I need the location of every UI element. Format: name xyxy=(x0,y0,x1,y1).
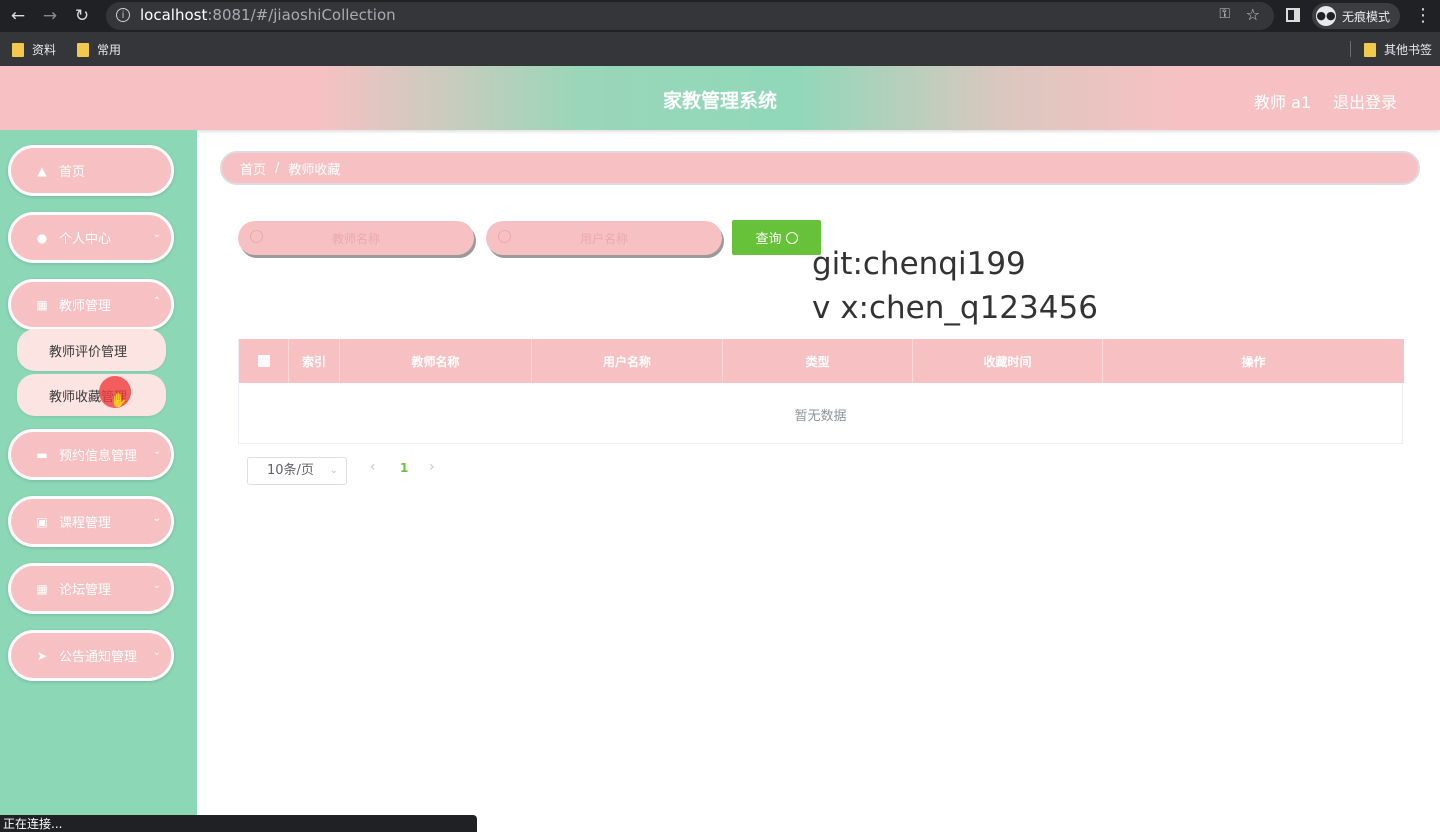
incognito-label: 无痕模式 xyxy=(1342,9,1391,24)
page-size-value: 10条/页 xyxy=(267,463,314,478)
chevron-down-icon: ⌄ xyxy=(152,647,161,658)
current-page-number[interactable]: 1 xyxy=(400,461,408,475)
sidebar-subitem-teacher-evaluation[interactable]: 教师评价管理 xyxy=(17,329,166,371)
breadcrumb-separator: / xyxy=(275,160,280,176)
key-icon[interactable]: ⚿ xyxy=(1219,6,1230,22)
collection-table: 索引 教师名称 用户名称 类型 收藏时间 操作 暂无数据 xyxy=(238,339,1404,444)
sidebar-item-notice-management[interactable]: ➤ 公告通知管理 ⌄ xyxy=(8,630,174,681)
page-size-select[interactable]: 10条/页 ⌄ xyxy=(247,457,347,485)
sidebar-item-personal-center[interactable]: ● 个人中心 ⌄ xyxy=(8,212,174,263)
chevron-down-icon: ⌄ xyxy=(152,513,161,524)
user-icon: ● xyxy=(36,230,48,245)
search-placeholder: 用户名称 xyxy=(579,232,628,246)
sidebar-subitem-teacher-collection[interactable]: 教师收藏管理 xyxy=(17,374,166,416)
sidebar-item-label: 公告通知管理 xyxy=(59,650,138,665)
bookmark-folder-changyong[interactable]: 常用 xyxy=(77,41,121,58)
breadcrumb-home[interactable]: 首页 xyxy=(240,159,266,178)
address-bar[interactable]: i localhost:8081/#/jiaoshiCollection ⚿ ☆ xyxy=(106,2,1274,30)
user-name-search-input[interactable]: 用户名称 xyxy=(486,221,722,255)
select-all-checkbox[interactable] xyxy=(239,339,289,383)
more-menu-icon[interactable]: ⋮ xyxy=(1414,4,1432,28)
query-button-label: 查询 xyxy=(755,232,782,247)
column-header: 教师名称 xyxy=(340,339,532,383)
column-header: 类型 xyxy=(723,339,913,383)
folder-icon xyxy=(1364,42,1376,57)
sidebar-item-label: 预约信息管理 xyxy=(59,449,138,464)
sidebar-item-appointment-management[interactable]: ▬ 预约信息管理 ⌄ xyxy=(8,429,174,480)
prev-page-icon[interactable]: ‹ xyxy=(370,459,376,475)
forward-icon[interactable]: → xyxy=(38,4,62,28)
empty-table-text: 暂无数据 xyxy=(794,409,847,424)
search-icon xyxy=(785,231,798,244)
chevron-down-icon: ⌄ xyxy=(152,446,161,457)
browser-toolbar: ← → ↻ i localhost:8081/#/jiaoshiCollecti… xyxy=(0,0,1440,32)
bookmarks-bar: 资料 常用 其他书签 xyxy=(0,32,1440,66)
app-title: 家教管理系统 xyxy=(662,90,777,112)
breadcrumb: 首页 / 教师收藏 xyxy=(220,151,1420,185)
incognito-icon: ●● xyxy=(1316,6,1336,26)
sidebar-item-label: 个人中心 xyxy=(59,232,112,247)
column-header: 操作 xyxy=(1241,354,1266,369)
sidebar: ▲ 首页 ● 个人中心 ⌄ ▦ 教师管理 ⌃ 教师评价管理 教师收藏管理 ▬ 预… xyxy=(0,130,197,832)
checkbox-icon xyxy=(257,355,270,367)
side-panel-icon[interactable] xyxy=(1286,8,1300,22)
bookmark-folder-other[interactable]: 其他书签 xyxy=(1364,41,1432,58)
sidebar-item-label: 教师管理 xyxy=(59,299,112,314)
teacher-name-search-input[interactable]: 教师名称 xyxy=(238,221,474,255)
sidebar-item-teacher-management[interactable]: ▦ 教师管理 ⌃ xyxy=(8,279,174,330)
current-user: 教师 a1 xyxy=(1254,93,1312,112)
chevron-down-icon: ⌄ xyxy=(152,229,161,240)
sidebar-item-course-management[interactable]: ▣ 课程管理 ⌄ xyxy=(8,496,174,547)
next-page-icon[interactable]: › xyxy=(429,459,435,475)
sidebar-item-home[interactable]: ▲ 首页 xyxy=(8,145,174,196)
watermark-line: git:chenqi199 xyxy=(812,246,1026,282)
send-icon: ➤ xyxy=(36,648,48,663)
query-button[interactable]: 查询 xyxy=(732,220,821,255)
bookmark-label: 常用 xyxy=(97,43,122,57)
home-icon: ▲ xyxy=(37,163,47,178)
briefcase-icon: ▣ xyxy=(36,514,48,529)
grid-icon: ▦ xyxy=(36,581,48,596)
browser-status-bubble: 正在连接... xyxy=(0,815,477,832)
sidebar-item-label: 论坛管理 xyxy=(59,583,112,598)
url-text[interactable]: localhost:8081/#/jiaoshiCollection xyxy=(140,6,396,24)
table-header: 索引 教师名称 用户名称 类型 收藏时间 操作 xyxy=(239,339,1404,383)
bookmark-folder-ziliao[interactable]: 资料 xyxy=(12,41,56,58)
column-header: 收藏时间 xyxy=(913,339,1103,383)
ticket-icon: ▬ xyxy=(36,447,48,462)
app-header: 家教管理系统 教师 a1 退出登录 xyxy=(0,66,1440,130)
info-icon[interactable]: i xyxy=(116,8,130,22)
search-placeholder: 教师名称 xyxy=(331,232,380,246)
chevron-down-icon: ⌄ xyxy=(329,465,338,476)
sidebar-item-label: 首页 xyxy=(59,165,86,180)
bookmark-divider xyxy=(1350,41,1351,57)
bookmark-star-icon[interactable]: ☆ xyxy=(1246,5,1260,24)
bookmark-label: 资料 xyxy=(32,43,57,57)
sidebar-item-label: 课程管理 xyxy=(59,516,112,531)
reload-icon[interactable]: ↻ xyxy=(70,4,94,28)
column-header: 用户名称 xyxy=(532,339,723,383)
chevron-down-icon: ⌄ xyxy=(152,580,161,591)
hand-cursor-icon: ✋ xyxy=(110,393,128,409)
folder-icon xyxy=(12,42,24,57)
folder-icon xyxy=(77,42,89,57)
breadcrumb-current: 教师收藏 xyxy=(288,162,341,178)
column-header: 索引 xyxy=(289,339,340,383)
incognito-badge[interactable]: ●● 无痕模式 xyxy=(1312,3,1401,29)
chevron-up-icon: ⌃ xyxy=(152,296,161,307)
watermark-line: v x:chen_q123456 xyxy=(812,290,1098,326)
back-icon[interactable]: ← xyxy=(6,4,30,28)
document-icon: ▦ xyxy=(36,297,48,312)
bookmark-label: 其他书签 xyxy=(1384,43,1433,57)
sidebar-item-forum-management[interactable]: ▦ 论坛管理 ⌄ xyxy=(8,563,174,614)
logout-link[interactable]: 退出登录 xyxy=(1333,89,1397,113)
